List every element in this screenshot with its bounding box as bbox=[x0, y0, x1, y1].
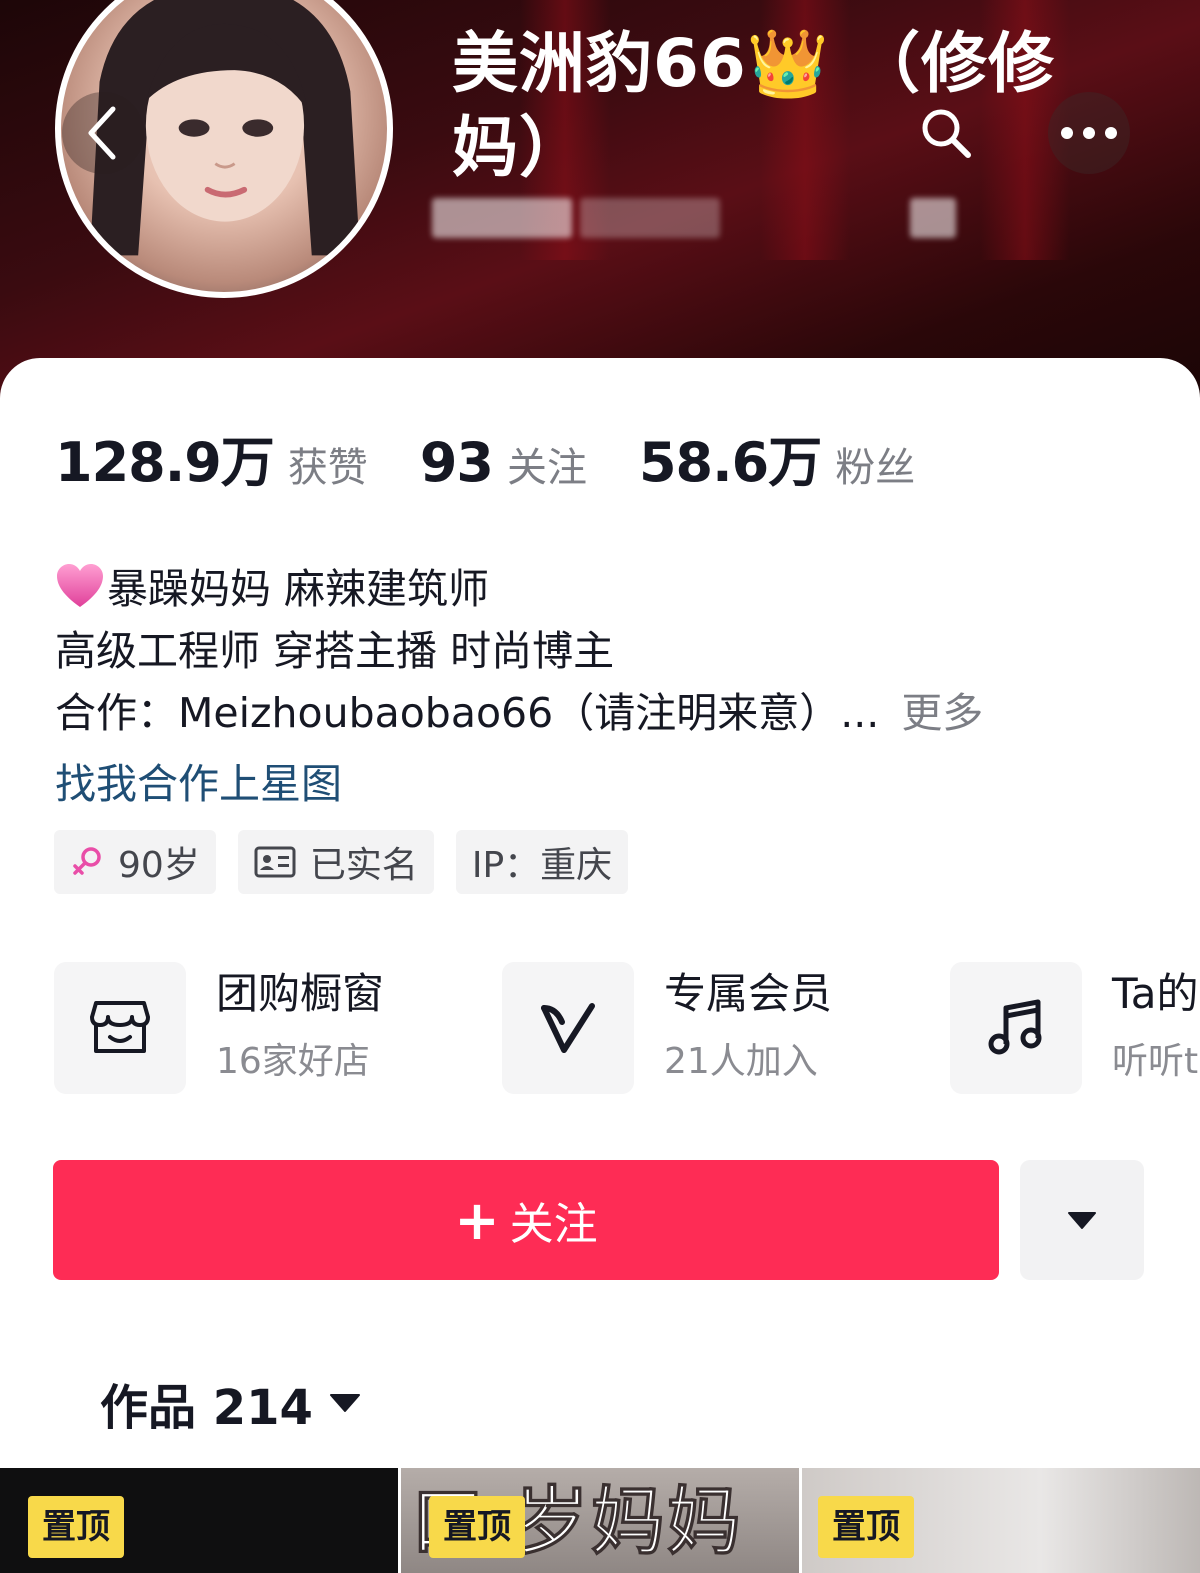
recommend-dropdown-button[interactable] bbox=[1020, 1160, 1144, 1280]
more-options-button[interactable] bbox=[1048, 92, 1130, 174]
entry-group-buy-window[interactable]: 团购橱窗 16家好店 bbox=[54, 962, 384, 1094]
bio-more-link[interactable]: 更多 bbox=[901, 689, 983, 737]
vip-v-icon bbox=[502, 962, 634, 1094]
entry-exclusive-membership[interactable]: 专属会员 21人加入 bbox=[502, 962, 832, 1094]
music-note-icon bbox=[950, 962, 1082, 1094]
bio[interactable]: 暴躁妈妈 麻辣建筑师 高级工程师 穿搭主播 时尚博主 合作：Meizhoubao… bbox=[55, 558, 983, 744]
tag-label: 90岁 bbox=[118, 845, 200, 886]
pinned-badge: 置顶 bbox=[818, 1496, 914, 1558]
pink-heart-icon bbox=[57, 564, 103, 607]
profile-card: 128.9万 获赞 93 关注 58.6万 粉丝 暴躁妈妈 麻辣建筑师 高级工程… bbox=[0, 358, 1200, 1468]
entry-title: 专属会员 bbox=[664, 969, 833, 1018]
profile-header: 美洲豹66👑 （修修妈） bbox=[0, 0, 1200, 400]
id-card-icon bbox=[254, 846, 296, 878]
pinned-badge: 置顶 bbox=[429, 1496, 525, 1558]
blurred-account-id bbox=[432, 198, 572, 238]
pinned-badge: 置顶 bbox=[28, 1496, 124, 1558]
bio-line: 暴躁妈妈 麻辣建筑师 bbox=[55, 558, 983, 620]
entry-title: 团购橱窗 bbox=[216, 969, 385, 1018]
tag-label: IP：重庆 bbox=[471, 845, 613, 886]
works-grid: 置顶 口 岁妈妈 置顶 置顶 bbox=[0, 1468, 1200, 1573]
entry-subtitle: 听听t bbox=[1112, 1041, 1199, 1082]
tab-works-label: 作品 214 bbox=[100, 1380, 313, 1436]
entry-subtitle: 16家好店 bbox=[216, 1041, 370, 1082]
caret-down-icon bbox=[329, 1392, 361, 1414]
feature-entries: 团购橱窗 16家好店 专属会员 21人加入 Ta的 听听t bbox=[54, 962, 1200, 1094]
follow-label: 关注 bbox=[509, 1199, 598, 1250]
star-map-cooperation-link[interactable]: 找我合作上星图 bbox=[55, 750, 342, 810]
video-thumbnail[interactable]: 置顶 bbox=[802, 1468, 1200, 1573]
bio-text: 合作：Meizhoubaobao66（请注明来意）... bbox=[55, 689, 880, 737]
stat-likes[interactable]: 128.9万 获赞 bbox=[55, 418, 368, 497]
entry-music[interactable]: Ta的 听听t bbox=[950, 962, 1198, 1094]
stat-followers[interactable]: 58.6万 粉丝 bbox=[639, 418, 915, 497]
video-thumbnail[interactable]: 置顶 bbox=[0, 1468, 398, 1573]
bio-text: 暴躁妈妈 麻辣建筑师 bbox=[107, 565, 490, 613]
stat-label: 粉丝 bbox=[835, 445, 916, 491]
bio-line: 合作：Meizhoubaobao66（请注明来意）... 更多 bbox=[55, 682, 983, 744]
stat-value: 93 bbox=[419, 431, 494, 494]
tag-ip-location: IP：重庆 bbox=[455, 830, 629, 894]
follow-button[interactable]: + 关注 bbox=[53, 1160, 999, 1280]
stat-value: 58.6万 bbox=[638, 431, 822, 494]
profile-stats: 128.9万 获赞 93 关注 58.6万 粉丝 bbox=[55, 418, 967, 497]
profile-tags: 90岁 已实名 IP：重庆 bbox=[54, 830, 650, 894]
tab-works[interactable]: 作品 214 bbox=[100, 1368, 361, 1438]
more-dots-icon bbox=[1061, 127, 1117, 139]
tag-age: 90岁 bbox=[54, 830, 216, 894]
tag-verified: 已实名 bbox=[237, 830, 434, 894]
blurred-account-id bbox=[580, 198, 720, 238]
entry-title: Ta的 bbox=[1112, 969, 1199, 1018]
chevron-left-icon bbox=[88, 106, 116, 160]
shop-icon bbox=[54, 962, 186, 1094]
stat-label: 关注 bbox=[506, 445, 587, 491]
nickname: 美洲豹66👑 （修修妈） bbox=[452, 25, 1056, 186]
video-thumbnail[interactable]: 口 岁妈妈 置顶 bbox=[401, 1468, 799, 1573]
back-button[interactable] bbox=[62, 92, 144, 174]
search-icon bbox=[922, 109, 971, 158]
stat-following[interactable]: 93 关注 bbox=[420, 431, 587, 494]
stat-value: 128.9万 bbox=[55, 431, 275, 494]
stat-label: 获赞 bbox=[287, 445, 368, 491]
plus-icon: + bbox=[454, 1188, 500, 1252]
female-icon bbox=[70, 845, 104, 879]
blurred-account-id bbox=[910, 198, 956, 238]
bio-line: 高级工程师 穿搭主播 时尚博主 bbox=[55, 627, 615, 675]
entry-subtitle: 21人加入 bbox=[664, 1041, 818, 1082]
search-button[interactable] bbox=[905, 92, 987, 174]
tag-label: 已实名 bbox=[309, 845, 418, 886]
caret-down-icon bbox=[1068, 1212, 1096, 1229]
